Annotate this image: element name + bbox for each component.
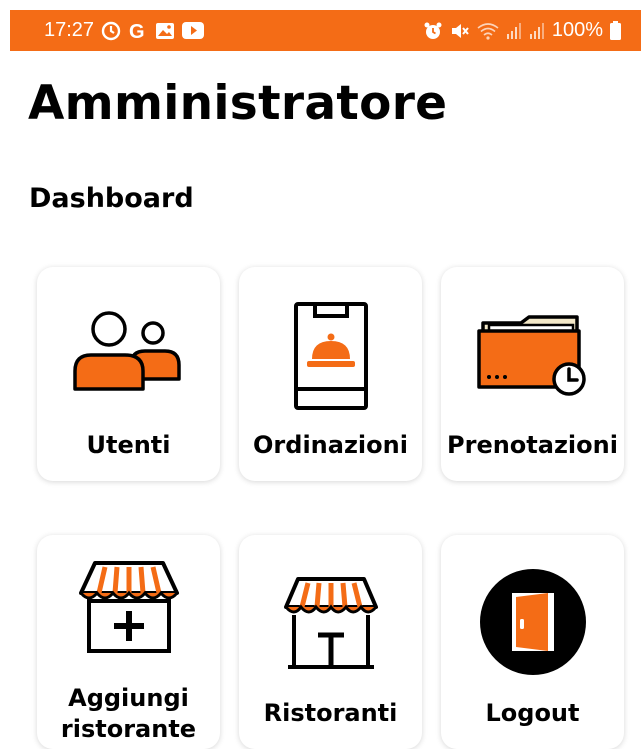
status-bar-right: 100%: [423, 19, 621, 42]
logout-door-icon: [441, 567, 624, 677]
add-store-icon: [37, 559, 220, 655]
tile-utenti[interactable]: Utenti: [37, 267, 220, 481]
tile-label-ordinazioni: Ordinazioni: [253, 431, 408, 459]
tile-logout[interactable]: Logout: [441, 535, 624, 749]
youtube-icon: [182, 22, 205, 39]
tile-aggiungi-ristorante[interactable]: Aggiungi ristorante: [37, 535, 220, 749]
alarm-clock-icon: [101, 21, 121, 41]
status-bar-left: 17:27 G: [44, 19, 205, 42]
folder-clock-icon: [441, 313, 624, 397]
battery-icon: [610, 21, 621, 40]
order-cloche-icon: [239, 301, 422, 411]
signal-icon: [529, 22, 545, 40]
gallery-icon: [155, 22, 175, 40]
status-time: 17:27: [44, 19, 95, 41]
tile-prenotazioni[interactable]: Prenotazioni: [441, 267, 624, 481]
google-icon: G: [128, 21, 148, 41]
wifi-icon: [477, 22, 499, 40]
battery-percent: 100%: [551, 19, 603, 41]
svg-text:G: G: [129, 21, 145, 41]
tile-label-utenti: Utenti: [86, 431, 171, 459]
store-icon: [239, 575, 422, 671]
tile-label-logout: Logout: [485, 699, 580, 727]
mute-icon: [450, 21, 470, 41]
alarm-icon: [423, 21, 443, 41]
status-bar: 17:27 G 100%: [10, 10, 641, 51]
tile-ristoranti[interactable]: Ristoranti: [239, 535, 422, 749]
section-title: Dashboard: [29, 183, 194, 214]
tile-label-ristoranti: Ristoranti: [263, 699, 398, 727]
tile-label-aggiungi-ristorante: Aggiungi ristorante: [60, 684, 197, 743]
tile-ordinazioni[interactable]: Ordinazioni: [239, 267, 422, 481]
tile-label-prenotazioni: Prenotazioni: [447, 431, 618, 459]
signal-icon: [506, 22, 522, 40]
page-title: Amministratore: [28, 76, 448, 131]
users-icon: [37, 305, 220, 395]
